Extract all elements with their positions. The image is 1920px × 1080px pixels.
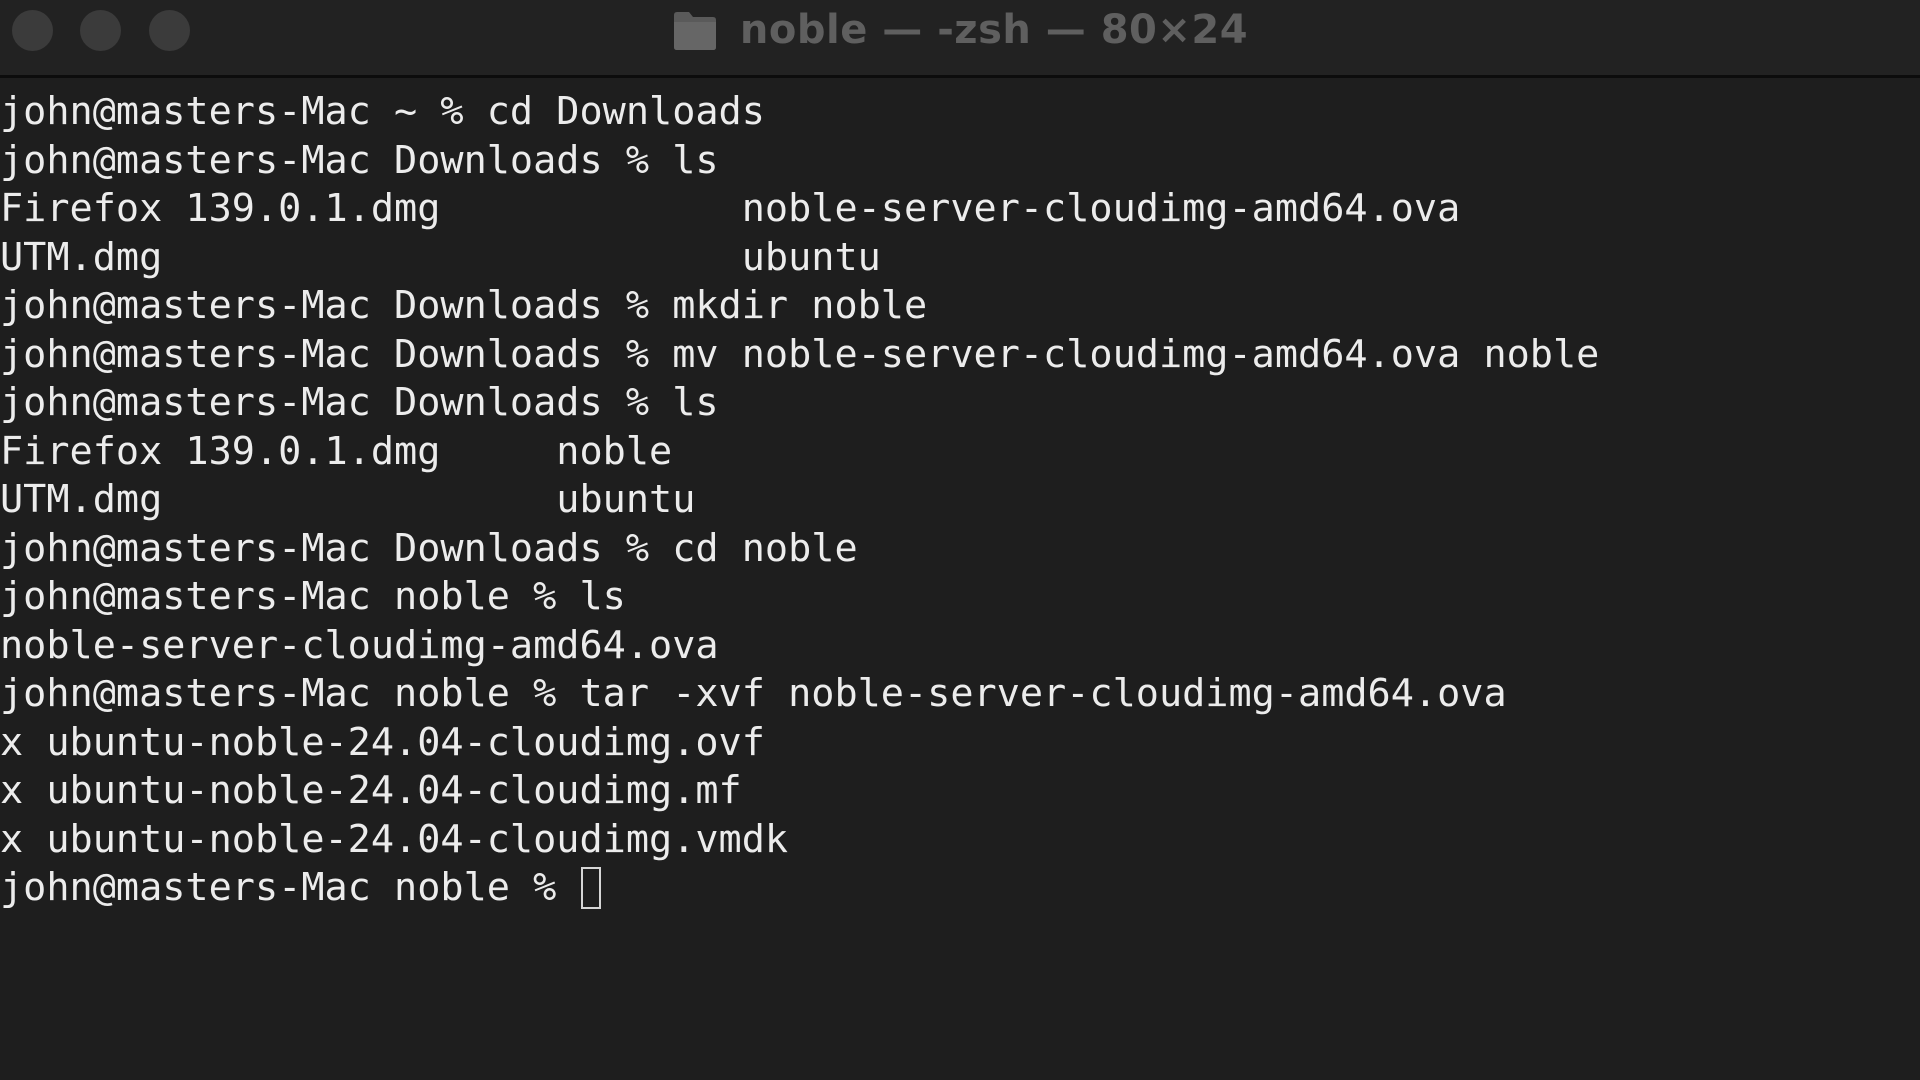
terminal-line: john@masters-Mac Downloads % mkdir noble — [0, 283, 928, 328]
terminal-line: x ubuntu-noble-24.04-cloudimg.vmdk — [0, 816, 789, 862]
window-title-group: noble — -zsh — 80×24 — [0, 0, 1920, 60]
prompt-text: john@masters-Mac noble % — [0, 865, 580, 910]
terminal-output[interactable]: john@masters-Mac ~ % cd Downloads john@m… — [0, 88, 1920, 1068]
terminal-line: Firefox 139.0.1.dmg noble-server-cloudim… — [0, 186, 1461, 231]
terminal-line: john@masters-Mac Downloads % cd noble — [0, 525, 858, 571]
prompt-line[interactable]: john@masters-Mac noble % — [0, 864, 1920, 913]
terminal-line: x ubuntu-noble-24.04-cloudimg.ovf — [0, 719, 765, 765]
window-title: noble — -zsh — 80×24 — [739, 7, 1249, 53]
terminal-line: x ubuntu-noble-24.04-cloudimg.mf — [0, 768, 742, 813]
terminal-line: UTM.dmg ubuntu — [0, 234, 881, 280]
terminal-line: john@masters-Mac Downloads % mv noble-se… — [0, 331, 1600, 377]
terminal-line: Firefox 139.0.1.dmg noble — [0, 428, 673, 474]
folder-icon — [673, 12, 716, 50]
terminal-line: UTM.dmg ubuntu — [0, 477, 696, 522]
terminal-line: john@masters-Mac ~ % cd Downloads — [0, 89, 765, 134]
terminal-line: john@masters-Mac noble % tar -xvf noble-… — [0, 671, 1507, 716]
terminal-line: john@masters-Mac noble % ls — [0, 574, 626, 619]
title-bar[interactable]: noble — -zsh — 80×24 — [0, 0, 1920, 78]
terminal-line: noble-server-cloudimg-amd64.ova — [0, 622, 719, 668]
terminal-window: noble — -zsh — 80×24 john@masters-Mac ~ … — [0, 0, 1920, 1080]
terminal-line: john@masters-Mac Downloads % ls — [0, 380, 719, 425]
terminal-line: john@masters-Mac Downloads % ls — [0, 137, 719, 183]
text-cursor — [581, 867, 602, 909]
